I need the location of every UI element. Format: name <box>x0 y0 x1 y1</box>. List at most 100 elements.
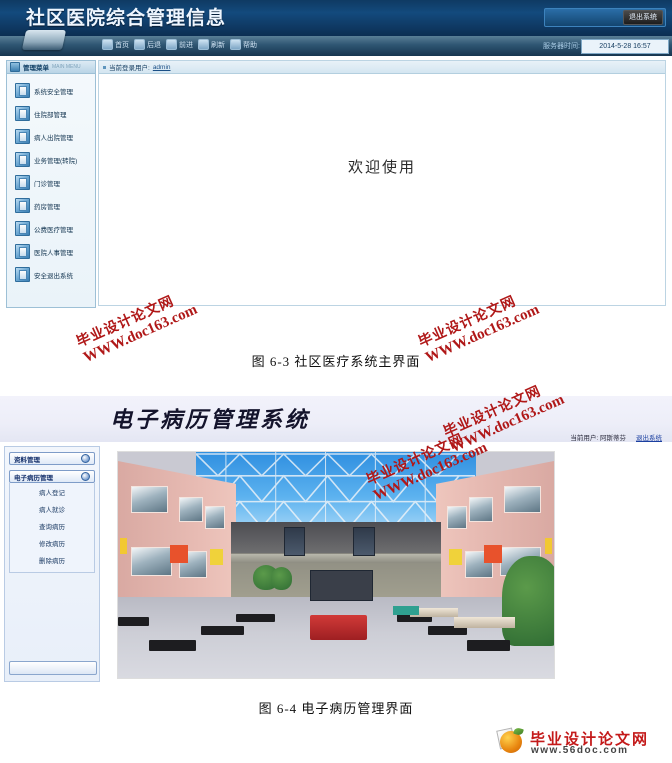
counter-teal <box>392 605 419 615</box>
figure-emr-system-screenshot: 电子病历管理系统 当前用户: 阿斯蒂芬 退出系统 资料管理 电子病历管理 病人登… <box>0 396 672 688</box>
app1-sidebar-menu: 系统安全管理 住院部管理 病人出院管理 业务管理(转院) 门诊管理 药房管理 公… <box>7 79 95 286</box>
sidebar-item-label: 住院部管理 <box>34 111 67 119</box>
app2-body: 资料管理 电子病历管理 病人登记 病人就诊 查询病历 修改病历 删除病历 <box>0 442 672 688</box>
submenu-item-patient-registration[interactable]: 病人登记 <box>10 485 94 502</box>
bullet-icon <box>103 65 106 69</box>
sidebar-item-hr[interactable]: 医院人事管理 <box>7 240 95 263</box>
sidebar-item-system-security[interactable]: 系统安全管理 <box>7 79 95 102</box>
sidebar-item-label: 业务管理(转院) <box>34 157 78 165</box>
sidebar-group-label: 电子病历管理 <box>14 474 53 482</box>
module-icon <box>15 221 30 236</box>
lobby-render-image <box>117 451 555 679</box>
nav-item-back-label: 后退 <box>147 41 161 49</box>
menu-icon <box>10 62 20 72</box>
app2-logout-link[interactable]: 退出系统 <box>636 432 662 442</box>
sidebar-item-label: 系统安全管理 <box>34 88 73 96</box>
app2-title: 电子病历管理系统 <box>109 407 310 432</box>
sidebar-item-inpatient[interactable]: 住院部管理 <box>7 102 95 125</box>
current-user-value[interactable]: admin <box>153 64 171 71</box>
module-icon <box>15 267 30 282</box>
app2-sidebar: 资料管理 电子病历管理 病人登记 病人就诊 查询病历 修改病历 删除病历 <box>4 446 100 682</box>
window-right-2 <box>469 497 493 522</box>
sidebar-item-label: 公费医疗管理 <box>34 226 73 234</box>
server-time-value: 2014-5-28 16:57 <box>581 39 669 54</box>
sidebar-item-exit[interactable]: 安全退出系统 <box>7 263 95 286</box>
app1-navigation-bar: 首页 后退 前进 刷新 帮助 服务器时间: 2014-5-28 16:57 <box>0 30 672 57</box>
back-wall-band <box>231 553 441 563</box>
app1-logout-button[interactable]: 退出系统 <box>623 10 663 25</box>
refresh-icon <box>198 39 209 50</box>
nav-item-refresh[interactable]: 刷新 <box>198 39 225 50</box>
back-arrow-icon <box>134 39 145 50</box>
app1-user-bar: 当前登录用户: admin <box>99 61 665 74</box>
app1-body: 管理菜单 MAIN MENU 系统安全管理 住院部管理 病人出院管理 业务管理(… <box>0 56 672 318</box>
sidebar-item-pharmacy[interactable]: 药房管理 <box>7 194 95 217</box>
palm-plant-right <box>501 555 554 647</box>
poster-left-edge <box>120 537 128 554</box>
app1-header-bar: 社区医院综合管理信息 退出系统 <box>0 0 672 37</box>
sidebar-item-label: 医院人事管理 <box>34 249 73 257</box>
collapse-toggle-icon[interactable] <box>81 454 90 463</box>
module-icon <box>15 152 30 167</box>
bench-left-3 <box>235 613 275 622</box>
poster-right-yellow <box>449 549 463 565</box>
window-left-4 <box>131 546 173 577</box>
window-right-1 <box>504 485 541 513</box>
page-bottom-edge <box>0 755 672 763</box>
module-icon <box>15 83 30 98</box>
sidebar-group-label: 资料管理 <box>14 456 40 464</box>
bench-right-1 <box>466 639 511 651</box>
back-door-left <box>283 526 306 556</box>
nav-item-forward[interactable]: 前进 <box>166 39 193 50</box>
sidebar-submenu-emr: 病人登记 病人就诊 查询病历 修改病历 删除病历 <box>9 483 95 573</box>
poster-left-orange <box>170 544 188 563</box>
nav-item-home-label: 首页 <box>115 41 129 49</box>
nav-item-forward-label: 前进 <box>179 41 193 49</box>
submenu-item-query-record[interactable]: 查询病历 <box>10 519 94 536</box>
sidebar-item-transfer[interactable]: 业务管理(转院) <box>7 148 95 171</box>
nav-item-refresh-label: 刷新 <box>211 41 225 49</box>
nav-item-help[interactable]: 帮助 <box>230 39 257 50</box>
sidebar-item-outpatient[interactable]: 门诊管理 <box>7 171 95 194</box>
sidebar-item-public-medical[interactable]: 公费医疗管理 <box>7 217 95 240</box>
app1-main-panel: 当前登录用户: admin 欢迎使用 <box>98 60 666 306</box>
app1-sidebar-title: 管理菜单 <box>23 65 49 72</box>
figure-hospital-system-screenshot: 社区医院综合管理信息 退出系统 首页 后退 前进 刷新 帮助 服务器时间: 20… <box>0 0 672 318</box>
app1-sidebar-subtitle: MAIN MENU <box>52 64 81 70</box>
app2-user-info: 当前用户: 阿斯蒂芬 退出系统 <box>570 432 662 442</box>
sidebar-group-emr-management[interactable]: 电子病历管理 <box>9 470 95 483</box>
module-icon <box>15 198 30 213</box>
module-icon <box>15 106 30 121</box>
sidebar-item-label: 门诊管理 <box>34 180 60 188</box>
collapse-toggle-icon[interactable] <box>81 472 90 481</box>
sidebar-item-label: 药房管理 <box>34 203 60 211</box>
red-sofa-center <box>309 614 367 640</box>
help-icon <box>230 39 241 50</box>
sidebar-group-data-management[interactable]: 资料管理 <box>9 452 95 465</box>
bench-left-1 <box>148 639 197 651</box>
submenu-item-modify-record[interactable]: 修改病历 <box>10 536 94 553</box>
submenu-item-patient-visit[interactable]: 病人就诊 <box>10 502 94 519</box>
app2-header-bar: 电子病历管理系统 当前用户: 阿斯蒂芬 退出系统 <box>0 396 672 443</box>
poster-left-yellow <box>209 549 223 565</box>
app1-logout-container: 退出系统 <box>544 8 666 27</box>
sidebar-item-label: 病人出院管理 <box>34 134 73 142</box>
sidebar-item-discharge[interactable]: 病人出院管理 <box>7 125 95 148</box>
module-icon <box>15 129 30 144</box>
nav-item-home[interactable]: 首页 <box>102 39 129 50</box>
app1-nav-items: 首页 后退 前进 刷新 帮助 <box>102 39 257 50</box>
server-time-label: 服务器时间: <box>543 43 580 50</box>
sidebar-item-label: 安全退出系统 <box>34 272 73 280</box>
figure-caption-2: 图 6-4 电子病历管理界面 <box>258 701 414 716</box>
submenu-item-delete-record[interactable]: 删除病历 <box>10 553 94 570</box>
figure-caption-1: 图 6-3 社区医疗系统主界面 <box>251 354 421 369</box>
poster-right-edge <box>544 537 552 554</box>
window-left-2 <box>179 497 203 522</box>
nav-item-back[interactable]: 后退 <box>134 39 161 50</box>
window-right-3 <box>447 506 467 529</box>
window-left-1 <box>131 485 168 513</box>
back-center-entrance <box>309 569 373 601</box>
app1-title: 社区医院综合管理信息 <box>26 8 227 29</box>
window-left-3 <box>205 506 225 529</box>
forward-arrow-icon <box>166 39 177 50</box>
